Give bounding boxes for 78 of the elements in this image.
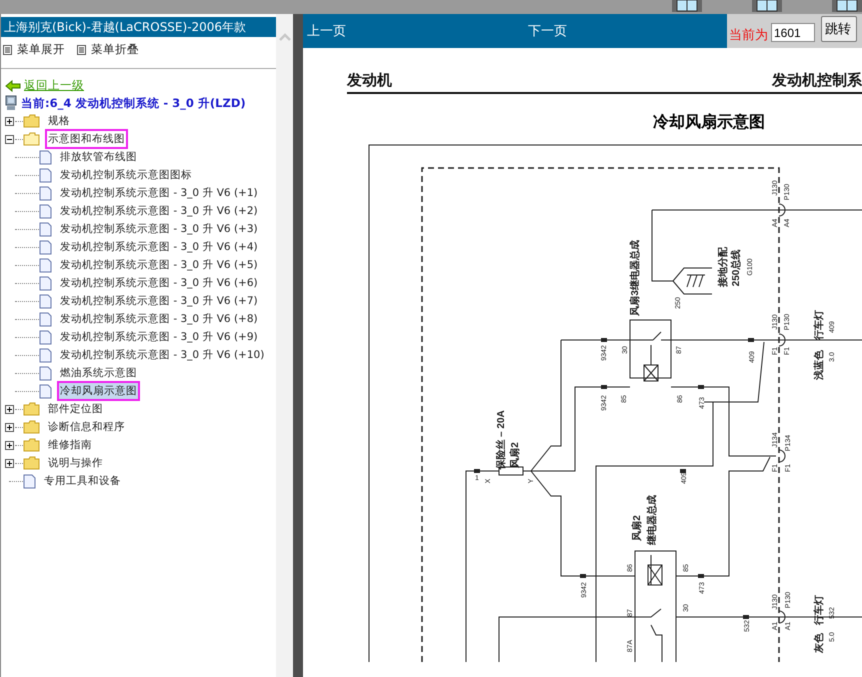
document-icon (39, 186, 52, 200)
diagram-label: 行车灯 (814, 310, 825, 340)
tree-item[interactable]: 诊断信息和程序 (45, 417, 128, 437)
menu-link[interactable]: 菜单展开 (17, 42, 65, 57)
document-icon (39, 276, 52, 290)
folder-icon (23, 420, 40, 434)
expand-toggle[interactable] (5, 422, 14, 432)
tree-item[interactable]: 示意图和布线图 (45, 129, 128, 149)
list-icon (3, 44, 12, 54)
previous-page-link[interactable]: 上一页 (306, 22, 346, 40)
diagram-label: 灰色 (814, 633, 825, 653)
document-icon (39, 312, 52, 326)
tree-item[interactable]: 发动机控制系统示意图 - 3_0 升 V6 (+1) (57, 183, 261, 203)
open-folder-icon (23, 132, 40, 146)
collapse-toggle[interactable] (5, 134, 14, 144)
list-icon (77, 44, 86, 54)
diagram-label: 浅蓝色 (814, 350, 825, 380)
diagram-label: 风扇2 (510, 442, 521, 468)
diagram-label: 250总线 (730, 250, 742, 286)
document-icon (39, 168, 52, 182)
document-icon (39, 294, 52, 308)
tree-item[interactable]: 维修指南 (45, 435, 95, 455)
tree-item[interactable]: 发动机控制系统示意图 - 3_0 升 V6 (+6) (57, 273, 261, 293)
diagram-label: 风扇3继电器总成 (630, 240, 641, 316)
window-layout-icon[interactable] (832, 0, 862, 12)
expand-toggle[interactable] (5, 458, 14, 468)
document-icon (39, 384, 52, 398)
tree-item[interactable]: 燃油系统示意图 (57, 363, 140, 383)
tree-item[interactable]: 排放软管布线图 (57, 147, 140, 167)
current-location: 当前:6_4 发动机控制系统 - 3_0 升(LZD) (21, 96, 246, 110)
tree-item[interactable]: 冷却风扇示意图 (57, 381, 140, 401)
tree-item[interactable]: 发动机控制系统示意图 - 3_0 升 V6 (+10) (57, 345, 268, 365)
window-layout-icon[interactable] (752, 0, 782, 12)
tree-item[interactable]: 发动机控制系统示意图 - 3_0 升 V6 (+8) (57, 309, 261, 329)
tree-item[interactable]: 发动机控制系统示意图 - 3_0 升 V6 (+9) (57, 327, 261, 347)
folder-icon (23, 456, 40, 470)
section-heading: 发动机控制系 (772, 71, 862, 90)
tree-item[interactable]: 发动机控制系统示意图 - 3_0 升 V6 (+3) (57, 219, 261, 239)
tree-item[interactable]: 发动机控制系统示意图图标 (57, 165, 195, 185)
document-icon (39, 366, 52, 380)
tree-item[interactable]: 部件定位图 (45, 399, 106, 419)
diagram-label: 继电器总成 (646, 495, 658, 545)
menu-link[interactable]: 菜单折叠 (91, 42, 139, 57)
tree-item[interactable]: 专用工具和设备 (41, 471, 124, 491)
tree-item[interactable]: 发动机控制系统示意图 - 3_0 升 V6 (+7) (57, 291, 261, 311)
document-icon (39, 348, 52, 362)
section-heading: 发动机 (346, 71, 392, 90)
document-icon (39, 330, 52, 344)
computer-icon (5, 95, 17, 111)
tree-item[interactable]: 发动机控制系统示意图 - 3_0 升 V6 (+2) (57, 201, 261, 221)
expand-toggle[interactable] (5, 116, 14, 126)
diagram-label: 风扇2 (632, 515, 643, 541)
sidebar-title: 上海别克(Bick)-君越(LaCROSSE)-2006年款 (1, 17, 276, 37)
expand-toggle[interactable] (5, 404, 14, 414)
tree-item[interactable]: 说明与操作 (45, 453, 106, 473)
document-icon (39, 150, 52, 164)
document-icon (39, 258, 52, 272)
scrollbar[interactable] (276, 14, 293, 677)
document-icon (39, 240, 52, 254)
tree-item[interactable]: 规格 (45, 111, 73, 131)
window-layout-icon[interactable] (672, 0, 702, 12)
jump-button[interactable]: 跳转 (820, 16, 857, 42)
tree-item[interactable]: 发动机控制系统示意图 - 3_0 升 V6 (+5) (57, 255, 261, 275)
diagram-title: 冷却风扇示意图 (652, 112, 766, 133)
document-icon (39, 222, 52, 236)
diagram-label: 接地分配 (718, 247, 729, 287)
page-number-field[interactable]: 1601 (770, 23, 815, 42)
tree-item[interactable]: 发动机控制系统示意图 - 3_0 升 V6 (+4) (57, 237, 261, 257)
document-icon (23, 474, 36, 488)
document-icon (39, 204, 52, 218)
folder-icon (23, 114, 40, 128)
next-page-link[interactable]: 下一页 (528, 22, 567, 40)
folder-icon (23, 438, 40, 452)
expand-toggle[interactable] (5, 440, 14, 450)
left-arrow-icon (5, 80, 21, 92)
back-link[interactable]: 返回上一级 (24, 78, 84, 93)
folder-icon (23, 402, 40, 416)
current-page-label: 当前为 (728, 27, 768, 44)
